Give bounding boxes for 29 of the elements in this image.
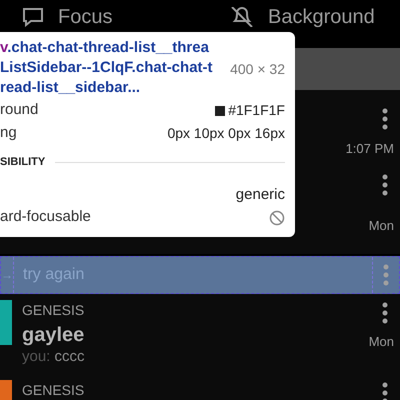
tab[interactable]: Focus xyxy=(22,2,230,32)
element-selector: v.chat-chat-thread-list__threa ListSidebar--1ClqF.chat-chat-t read-list__sidebar... xyxy=(0,38,213,98)
more-icon[interactable] xyxy=(382,382,388,400)
color-swatch xyxy=(215,106,226,116)
thread-row[interactable]: GENESIS xyxy=(0,374,400,400)
property-label: ard-focusable xyxy=(0,207,91,228)
property-value: generic xyxy=(236,185,285,206)
group-name: GENESIS xyxy=(22,302,86,318)
bell-off-icon xyxy=(230,7,254,27)
element-size: 400 × 32 xyxy=(230,60,285,79)
thread-name: gaylee xyxy=(22,323,86,347)
not-allowed-icon xyxy=(269,210,285,226)
property-value: #1F1F1F xyxy=(228,101,285,120)
more-icon[interactable] xyxy=(382,302,388,324)
thread-time: Mon xyxy=(368,333,394,351)
thread-time: Mon xyxy=(368,217,394,235)
thread-time: 1:07 PM xyxy=(346,140,394,158)
section-heading: SIBILITY xyxy=(0,155,46,170)
more-icon[interactable] xyxy=(382,174,388,196)
property-label: ng xyxy=(0,123,17,144)
message-preview: you: cccc xyxy=(22,347,86,367)
arrow-icon: → xyxy=(1,269,11,281)
property-label: round xyxy=(0,100,38,120)
thread-row[interactable]: GENESIS gaylee you: cccc Mon xyxy=(0,294,400,374)
chat-bubble-icon xyxy=(22,7,44,27)
property-value: 0px 10px 0px 16px xyxy=(167,124,285,143)
tab[interactable]: Background xyxy=(230,2,375,32)
more-icon[interactable] xyxy=(382,108,388,130)
group-name: GENESIS xyxy=(22,382,86,398)
